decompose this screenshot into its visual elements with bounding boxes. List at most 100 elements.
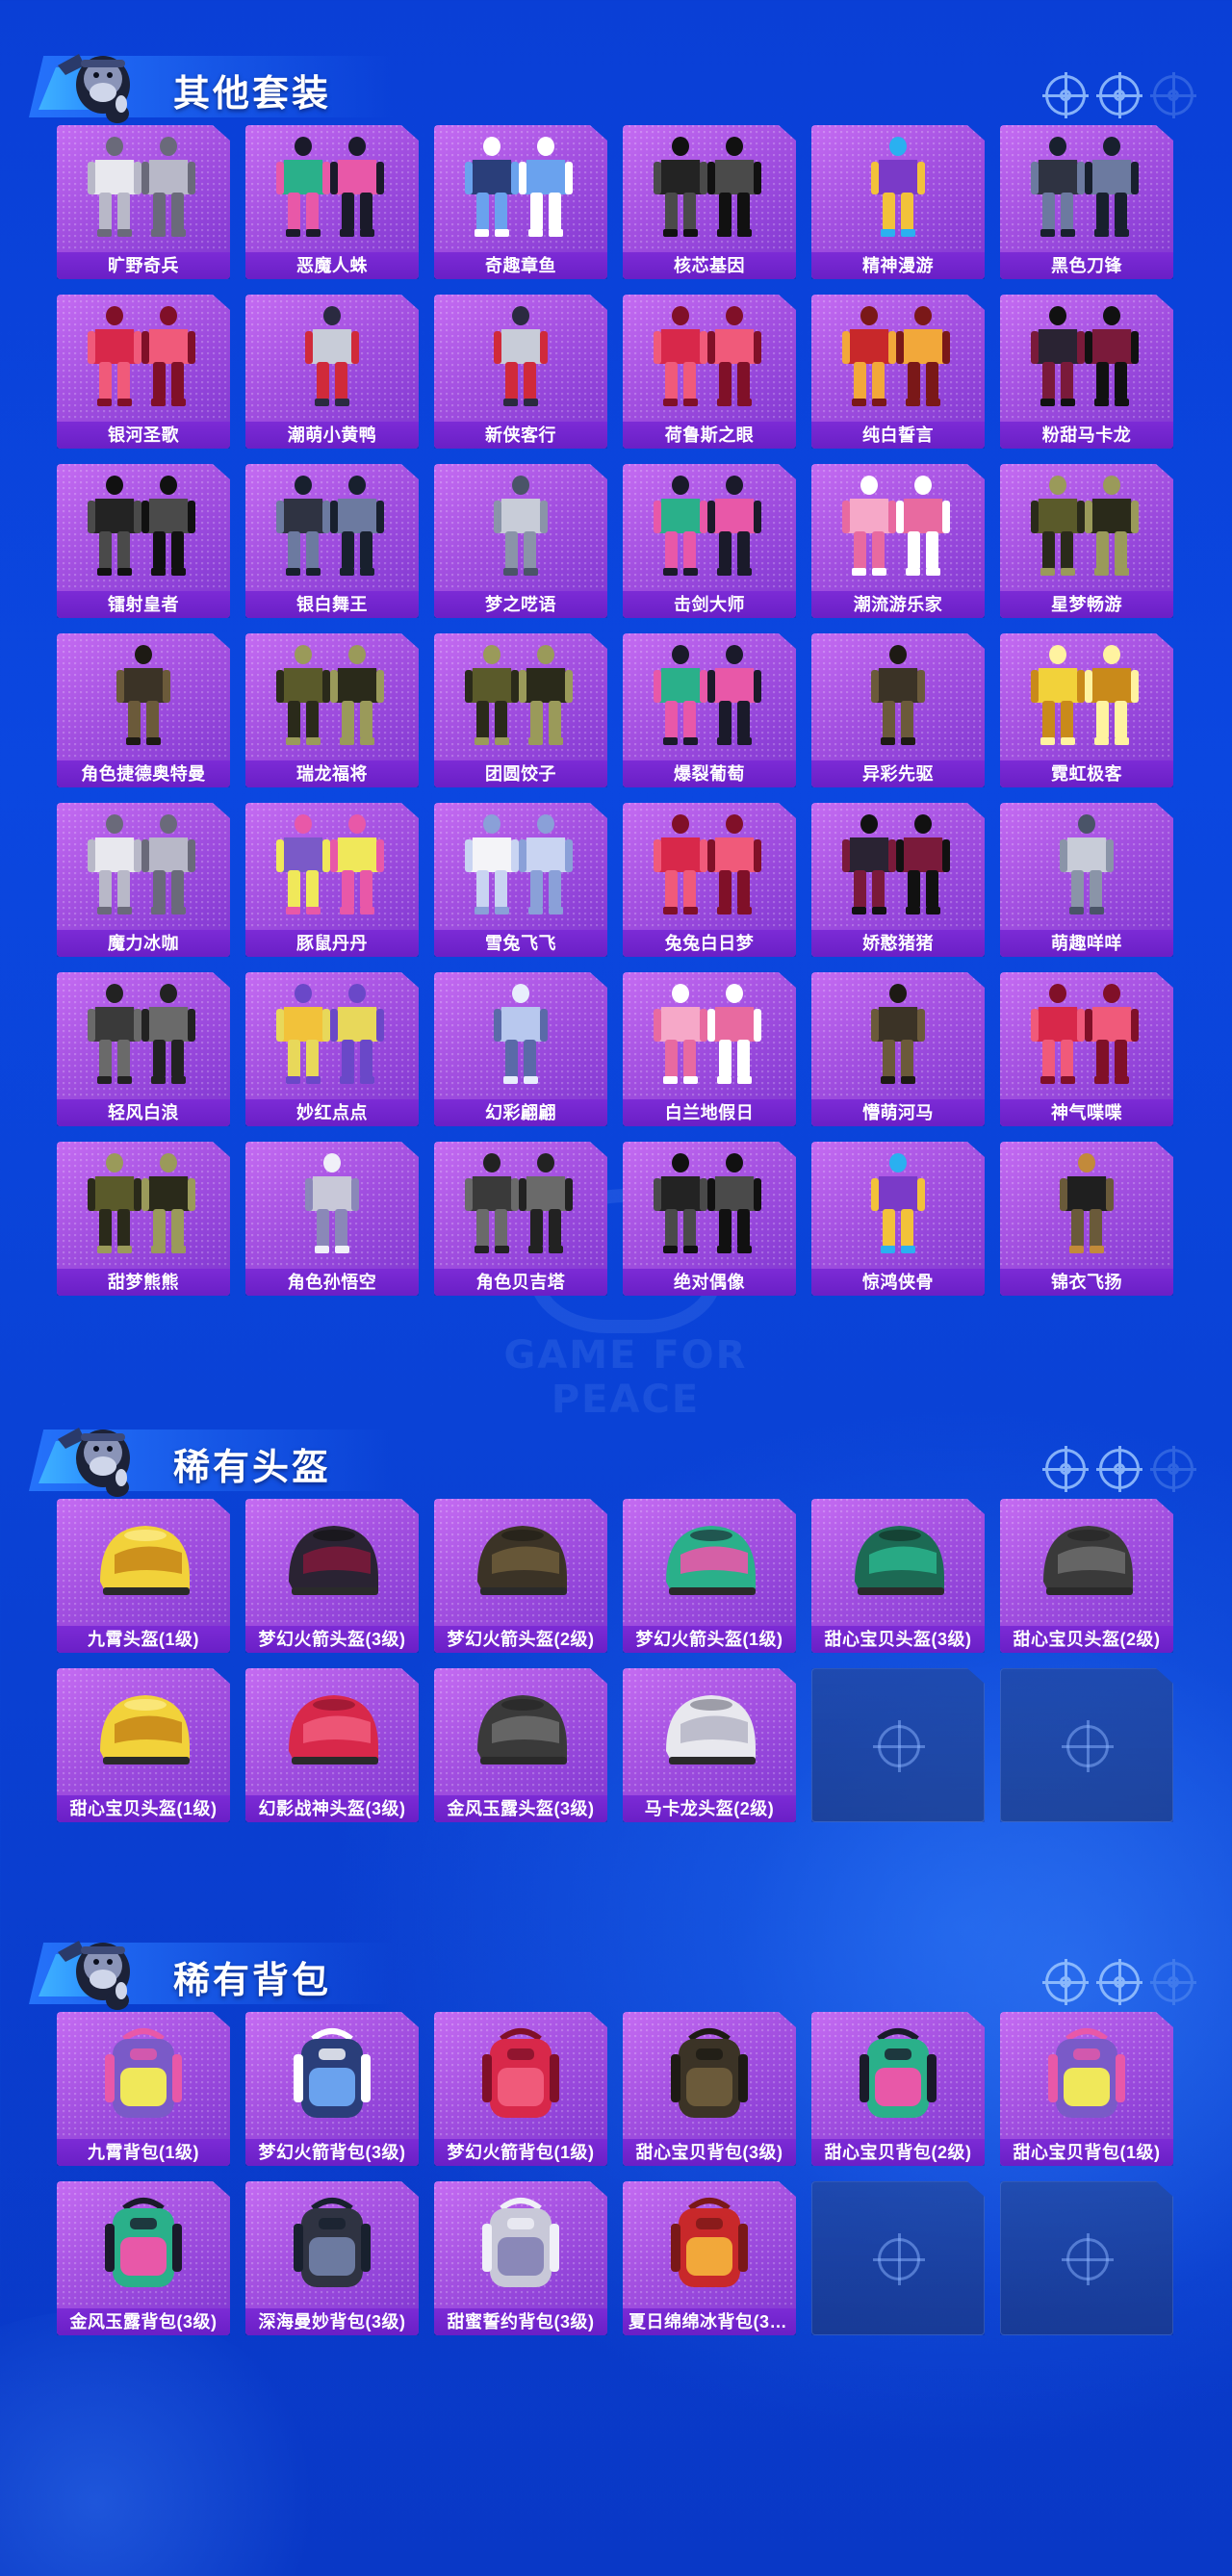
item-card[interactable]: 核芯基因: [623, 125, 796, 279]
outfit-image: [453, 980, 588, 1088]
item-card[interactable]: 梦幻火箭头盔(3级): [245, 1499, 419, 1653]
outfit-image: [831, 302, 965, 410]
item-name: 梦幻火箭背包(1级): [434, 2139, 607, 2166]
item-card[interactable]: 镭射皇者: [57, 464, 230, 618]
item-card[interactable]: 黑色刀锋: [1000, 125, 1173, 279]
item-card[interactable]: 爆裂葡萄: [623, 633, 796, 787]
item-card[interactable]: 角色贝吉塔: [434, 1142, 607, 1296]
item-card[interactable]: 甜心宝贝头盔(1级): [57, 1668, 230, 1822]
item-card[interactable]: 萌趣咩咩: [1000, 803, 1173, 957]
item-name: 梦幻火箭头盔(2级): [434, 1626, 607, 1653]
item-card[interactable]: 白兰地假日: [623, 972, 796, 1126]
outfit-image: [76, 133, 211, 241]
item-card[interactable]: 金风玉露头盔(3级): [434, 1668, 607, 1822]
item-card[interactable]: 银河圣歌: [57, 295, 230, 449]
item-name: 幻影战神头盔(3级): [245, 1795, 419, 1822]
item-card[interactable]: 夏日绵绵冰背包(3级): [623, 2181, 796, 2335]
item-card[interactable]: 雪兔飞飞: [434, 803, 607, 957]
item-name: 雪兔飞飞: [434, 930, 607, 957]
item-card[interactable]: 甜蜜誓约背包(3级): [434, 2181, 607, 2335]
item-card[interactable]: 甜梦熊熊: [57, 1142, 230, 1296]
item-card[interactable]: 惊鸿侠骨: [811, 1142, 985, 1296]
backpack-image: [642, 2189, 777, 2297]
outfit-image: [642, 472, 777, 580]
item-name: 纯白誓言: [811, 422, 985, 449]
item-card[interactable]: 幻彩翩翩: [434, 972, 607, 1126]
item-card[interactable]: 精神漫游: [811, 125, 985, 279]
item-name: 萌趣咩咩: [1000, 930, 1173, 957]
item-card[interactable]: 梦幻火箭头盔(2级): [434, 1499, 607, 1653]
item-name: 甜心宝贝背包(2级): [811, 2139, 985, 2166]
item-card[interactable]: 纯白誓言: [811, 295, 985, 449]
item-name: 魔力冰咖: [57, 930, 230, 957]
item-card[interactable]: 粉甜马卡龙: [1000, 295, 1173, 449]
item-card[interactable]: 新侠客行: [434, 295, 607, 449]
item-card[interactable]: 击剑大师: [623, 464, 796, 618]
item-name: 懵萌河马: [811, 1099, 985, 1126]
item-card[interactable]: 梦幻火箭背包(1级): [434, 2012, 607, 2166]
item-card[interactable]: 兔兔白日梦: [623, 803, 796, 957]
item-card[interactable]: 魔力冰咖: [57, 803, 230, 957]
outfit-image: [76, 641, 211, 749]
item-card[interactable]: 轻风白浪: [57, 972, 230, 1126]
item-card[interactable]: 深海曼妙背包(3级): [245, 2181, 419, 2335]
item-card[interactable]: 潮萌小黄鸭: [245, 295, 419, 449]
item-name: 梦幻火箭背包(3级): [245, 2139, 419, 2166]
item-card[interactable]: 奇趣章鱼: [434, 125, 607, 279]
item-card[interactable]: 甜心宝贝背包(3级): [623, 2012, 796, 2166]
item-name: 绝对偶像: [623, 1269, 796, 1296]
helmet-image: [265, 1507, 399, 1614]
item-card[interactable]: 梦幻火箭头盔(1级): [623, 1499, 796, 1653]
item-card[interactable]: 瑞龙福将: [245, 633, 419, 787]
item-card[interactable]: 荷鲁斯之眼: [623, 295, 796, 449]
item-name: 团圆饺子: [434, 760, 607, 787]
item-card[interactable]: 九霄头盔(1级): [57, 1499, 230, 1653]
outfit-image: [265, 1149, 399, 1257]
item-name: 荷鲁斯之眼: [623, 422, 796, 449]
item-card[interactable]: 梦幻火箭背包(3级): [245, 2012, 419, 2166]
item-card[interactable]: 甜心宝贝背包(1级): [1000, 2012, 1173, 2166]
helmet-image: [453, 1676, 588, 1784]
empty-slot: [811, 1668, 985, 1822]
item-card[interactable]: 霓虹极客: [1000, 633, 1173, 787]
item-card[interactable]: 金风玉露背包(3级): [57, 2181, 230, 2335]
item-card[interactable]: 旷野奇兵: [57, 125, 230, 279]
item-name: 梦幻火箭头盔(1级): [623, 1626, 796, 1653]
item-name: 甜梦熊熊: [57, 1269, 230, 1296]
helmet-image: [453, 1507, 588, 1614]
item-card[interactable]: 妙红点点: [245, 972, 419, 1126]
item-card[interactable]: 梦之呓语: [434, 464, 607, 618]
item-card[interactable]: 九霄背包(1级): [57, 2012, 230, 2166]
item-card[interactable]: 星梦畅游: [1000, 464, 1173, 618]
item-card[interactable]: 角色捷德奥特曼: [57, 633, 230, 787]
backpack-image: [76, 2020, 211, 2127]
item-name: 轻风白浪: [57, 1099, 230, 1126]
crosshair-icon: [873, 1720, 925, 1772]
item-card[interactable]: 银白舞王: [245, 464, 419, 618]
outfit-image: [831, 1149, 965, 1257]
gorilla-mascot-icon: [50, 1410, 146, 1505]
item-name: 金风玉露头盔(3级): [434, 1795, 607, 1822]
item-name: 潮流游乐家: [811, 591, 985, 618]
item-card[interactable]: 锦衣飞扬: [1000, 1142, 1173, 1296]
item-card[interactable]: 懵萌河马: [811, 972, 985, 1126]
item-card[interactable]: 潮流游乐家: [811, 464, 985, 618]
item-card[interactable]: 异彩先驱: [811, 633, 985, 787]
item-card[interactable]: 绝对偶像: [623, 1142, 796, 1296]
item-card[interactable]: 团圆饺子: [434, 633, 607, 787]
item-card[interactable]: 马卡龙头盔(2级): [623, 1668, 796, 1822]
item-card[interactable]: 甜心宝贝背包(2级): [811, 2012, 985, 2166]
item-card[interactable]: 恶魔人蛛: [245, 125, 419, 279]
crosshair-decor: [1042, 72, 1196, 118]
item-grid: 九霄头盔(1级) 梦幻火箭头盔(3级) 梦幻火箭头盔(2级) 梦幻火箭头盔(1级) 甜心…: [57, 1499, 1173, 1822]
item-card[interactable]: 甜心宝贝头盔(2级): [1000, 1499, 1173, 1653]
outfit-image: [265, 811, 399, 918]
item-name: 娇憨猪猪: [811, 930, 985, 957]
item-card[interactable]: 娇憨猪猪: [811, 803, 985, 957]
outfit-image: [265, 980, 399, 1088]
item-card[interactable]: 幻影战神头盔(3级): [245, 1668, 419, 1822]
item-card[interactable]: 甜心宝贝头盔(3级): [811, 1499, 985, 1653]
item-card[interactable]: 角色孙悟空: [245, 1142, 419, 1296]
item-card[interactable]: 豚鼠丹丹: [245, 803, 419, 957]
item-card[interactable]: 神气喋喋: [1000, 972, 1173, 1126]
